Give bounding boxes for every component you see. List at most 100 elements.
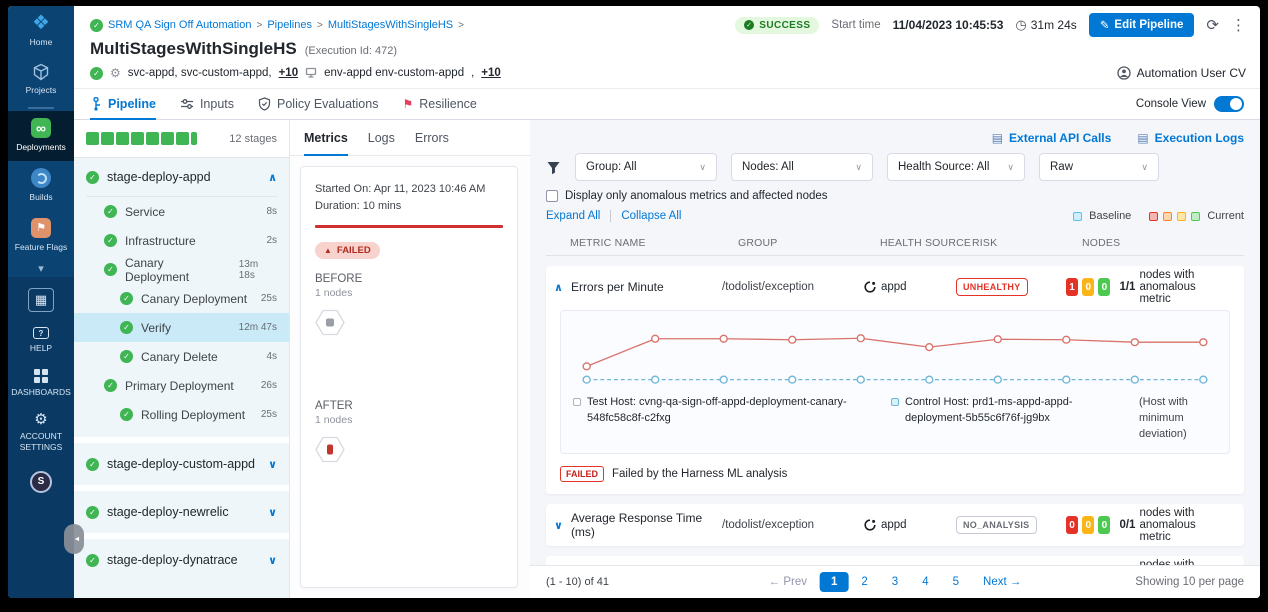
group-filter-dropdown[interactable]: Group: All ∨	[575, 153, 717, 181]
kebab-menu-button[interactable]: ⋮	[1231, 18, 1246, 33]
breadcrumb-link-pipeline-name[interactable]: MultiStagesWithSingleHS	[328, 19, 453, 31]
anomalous-only-checkbox[interactable]	[546, 190, 558, 202]
sidebar-item-deployments[interactable]: ∞ Deployments	[8, 111, 74, 161]
execution-logs-link[interactable]: ▤ Execution Logs	[1137, 131, 1244, 145]
page-button-2[interactable]: 2	[850, 572, 878, 592]
chevron-down-icon[interactable]: ∨	[268, 458, 277, 471]
health-source-filter-dropdown[interactable]: Health Source: All ∨	[887, 153, 1025, 181]
current-user: Automation User CV	[1117, 66, 1246, 80]
before-node-hexagon[interactable]	[315, 309, 503, 336]
control-host-checkbox[interactable]	[891, 398, 899, 406]
step-success-icon: ✓	[104, 263, 117, 276]
sidebar-item-help[interactable]: ? HELP	[8, 320, 74, 362]
step-rolling-deployment[interactable]: ✓ Rolling Deployment 25s	[74, 400, 289, 429]
panel-collapse-handle[interactable]: ◄	[64, 524, 84, 554]
tab-errors[interactable]: Errors	[415, 120, 449, 155]
breadcrumb-link-project[interactable]: SRM QA Sign Off Automation	[108, 19, 251, 31]
step-verify[interactable]: ✓ Verify 12m 47s	[74, 313, 289, 342]
risk-badge: NO_ANALYSIS	[956, 516, 1037, 534]
step-infrastructure[interactable]: ✓ Infrastructure 2s	[74, 226, 289, 255]
unhealthy-node-dot	[327, 445, 333, 455]
help-chat-icon: ?	[33, 327, 49, 339]
healthy-node-dot	[326, 319, 334, 327]
metric-row[interactable]: ∧ Errors per Minute /todolist/exception …	[546, 266, 1244, 308]
tab-metrics[interactable]: Metrics	[304, 120, 348, 155]
environments-more-link[interactable]: +10	[481, 67, 501, 79]
prev-page-button[interactable]: ← Prev	[758, 572, 818, 592]
user-avatar[interactable]: S	[30, 471, 52, 493]
page-button-1[interactable]: 1	[820, 572, 848, 592]
page-button-3[interactable]: 3	[881, 572, 909, 592]
chevron-down-icon[interactable]: ∨	[554, 519, 563, 532]
page-button-5[interactable]: 5	[942, 572, 970, 592]
sidebar-item-home[interactable]: ❖ Home	[8, 6, 74, 56]
sidebar-item-dashboards[interactable]: DASHBOARDS	[8, 362, 74, 406]
module-picker[interactable]: ▦	[8, 281, 74, 320]
filter-funnel-icon[interactable]	[546, 160, 561, 175]
external-api-calls-link[interactable]: ▤ External API Calls	[992, 131, 1112, 145]
tab-resilience[interactable]: ⚑ Resilience	[402, 89, 476, 119]
stage-group-name: stage-deploy-custom-appd	[107, 457, 260, 471]
chevron-up-icon[interactable]: ∧	[554, 281, 563, 294]
nodes-filter-dropdown[interactable]: Nodes: All ∨	[731, 153, 873, 181]
stage-group-deploy-dynatrace[interactable]: ✓ stage-deploy-dynatrace ∨	[74, 539, 289, 581]
next-page-button[interactable]: Next →	[972, 572, 1032, 592]
step-success-icon: ✓	[120, 321, 133, 334]
tab-pipeline[interactable]: Pipeline	[90, 89, 156, 119]
chevron-down-icon: ∨	[1141, 162, 1148, 173]
tab-policy-evaluations-label: Policy Evaluations	[277, 97, 378, 111]
step-service[interactable]: ✓ Service 8s	[74, 197, 289, 226]
nav-more-caret-icon[interactable]: ▾	[38, 260, 44, 277]
resilience-icon: ⚑	[402, 97, 413, 111]
page-button-4[interactable]: 4	[911, 572, 939, 592]
chevron-down-icon: ∨	[1007, 162, 1014, 173]
verify-step-panel: Metrics Logs Errors Started On: Apr 11, …	[290, 120, 530, 598]
view-mode-dropdown[interactable]: Raw ∨	[1039, 153, 1159, 181]
metric-row[interactable]: ∨ Average Response Time (ms) /todolist/e…	[546, 504, 1244, 546]
step-success-icon: ✓	[104, 379, 117, 392]
nodes-suffix: nodes with anomalous metric	[1139, 507, 1230, 543]
chevron-down-icon[interactable]: ∨	[268, 506, 277, 519]
sidebar-item-projects[interactable]: Projects	[8, 56, 74, 104]
health-source-name: appd	[881, 519, 907, 531]
environment-icon	[305, 67, 317, 79]
step-canary-deployment-sub[interactable]: ✓ Canary Deployment 25s	[74, 284, 289, 313]
stage-group-deploy-newrelic[interactable]: ✓ stage-deploy-newrelic ∨	[74, 491, 289, 533]
module-grid-icon: ▦	[28, 288, 54, 312]
step-label: Service	[125, 205, 165, 219]
step-canary-deployment[interactable]: ✓ Canary Deployment 13m 18s	[74, 255, 289, 284]
expand-all-link[interactable]: Expand All	[546, 210, 600, 222]
stage-group-name: stage-deploy-dynatrace	[107, 553, 260, 567]
tab-logs[interactable]: Logs	[368, 120, 395, 155]
breadcrumb-link-pipelines[interactable]: Pipelines	[267, 19, 312, 31]
services-more-link[interactable]: +10	[279, 67, 299, 79]
services-list: svc-appd, svc-custom-appd,	[128, 67, 272, 79]
edit-pipeline-button[interactable]: ✎ Edit Pipeline	[1089, 13, 1195, 37]
arrow-left-icon: ◄	[74, 536, 81, 543]
metric-line-chart[interactable]	[573, 319, 1217, 391]
status-badge: ✓ SUCCESS	[735, 17, 819, 34]
stage-group-deploy-custom-appd[interactable]: ✓ stage-deploy-custom-appd ∨	[74, 443, 289, 485]
tab-inputs[interactable]: Inputs	[180, 89, 234, 119]
sidebar-item-feature-flags[interactable]: ⚑ Feature Flags	[8, 211, 74, 261]
refresh-button[interactable]: ⟳	[1206, 18, 1219, 33]
test-host-checkbox[interactable]	[573, 398, 581, 406]
health-source-name: appd	[881, 281, 907, 293]
after-node-hexagon[interactable]	[315, 436, 503, 463]
sidebar-item-account-settings[interactable]: ⚙ ACCOUNT SETTINGS	[8, 405, 74, 460]
chevron-up-icon[interactable]: ∧	[268, 171, 277, 184]
chevron-down-icon[interactable]: ∨	[268, 554, 277, 567]
console-view-toggle[interactable]	[1214, 96, 1244, 112]
external-api-calls-label: External API Calls	[1009, 131, 1111, 145]
step-label: Verify	[141, 321, 171, 335]
inputs-sliders-icon	[180, 98, 194, 110]
sidebar-item-builds[interactable]: Builds	[8, 161, 74, 211]
step-canary-delete[interactable]: ✓ Canary Delete 4s	[74, 342, 289, 371]
test-host-label: Test Host: cvng-qa-sign-off-appd-deploym…	[587, 395, 873, 443]
step-primary-deployment[interactable]: ✓ Primary Deployment 26s	[74, 371, 289, 400]
collapse-all-link[interactable]: Collapse All	[621, 210, 681, 222]
pager: ← Prev 1 2 3 4 5 Next →	[758, 572, 1033, 592]
appd-icon	[864, 519, 876, 531]
tab-policy-evaluations[interactable]: Policy Evaluations	[258, 89, 378, 119]
stage-group-deploy-appd[interactable]: ✓ stage-deploy-appd ∧	[74, 158, 289, 196]
